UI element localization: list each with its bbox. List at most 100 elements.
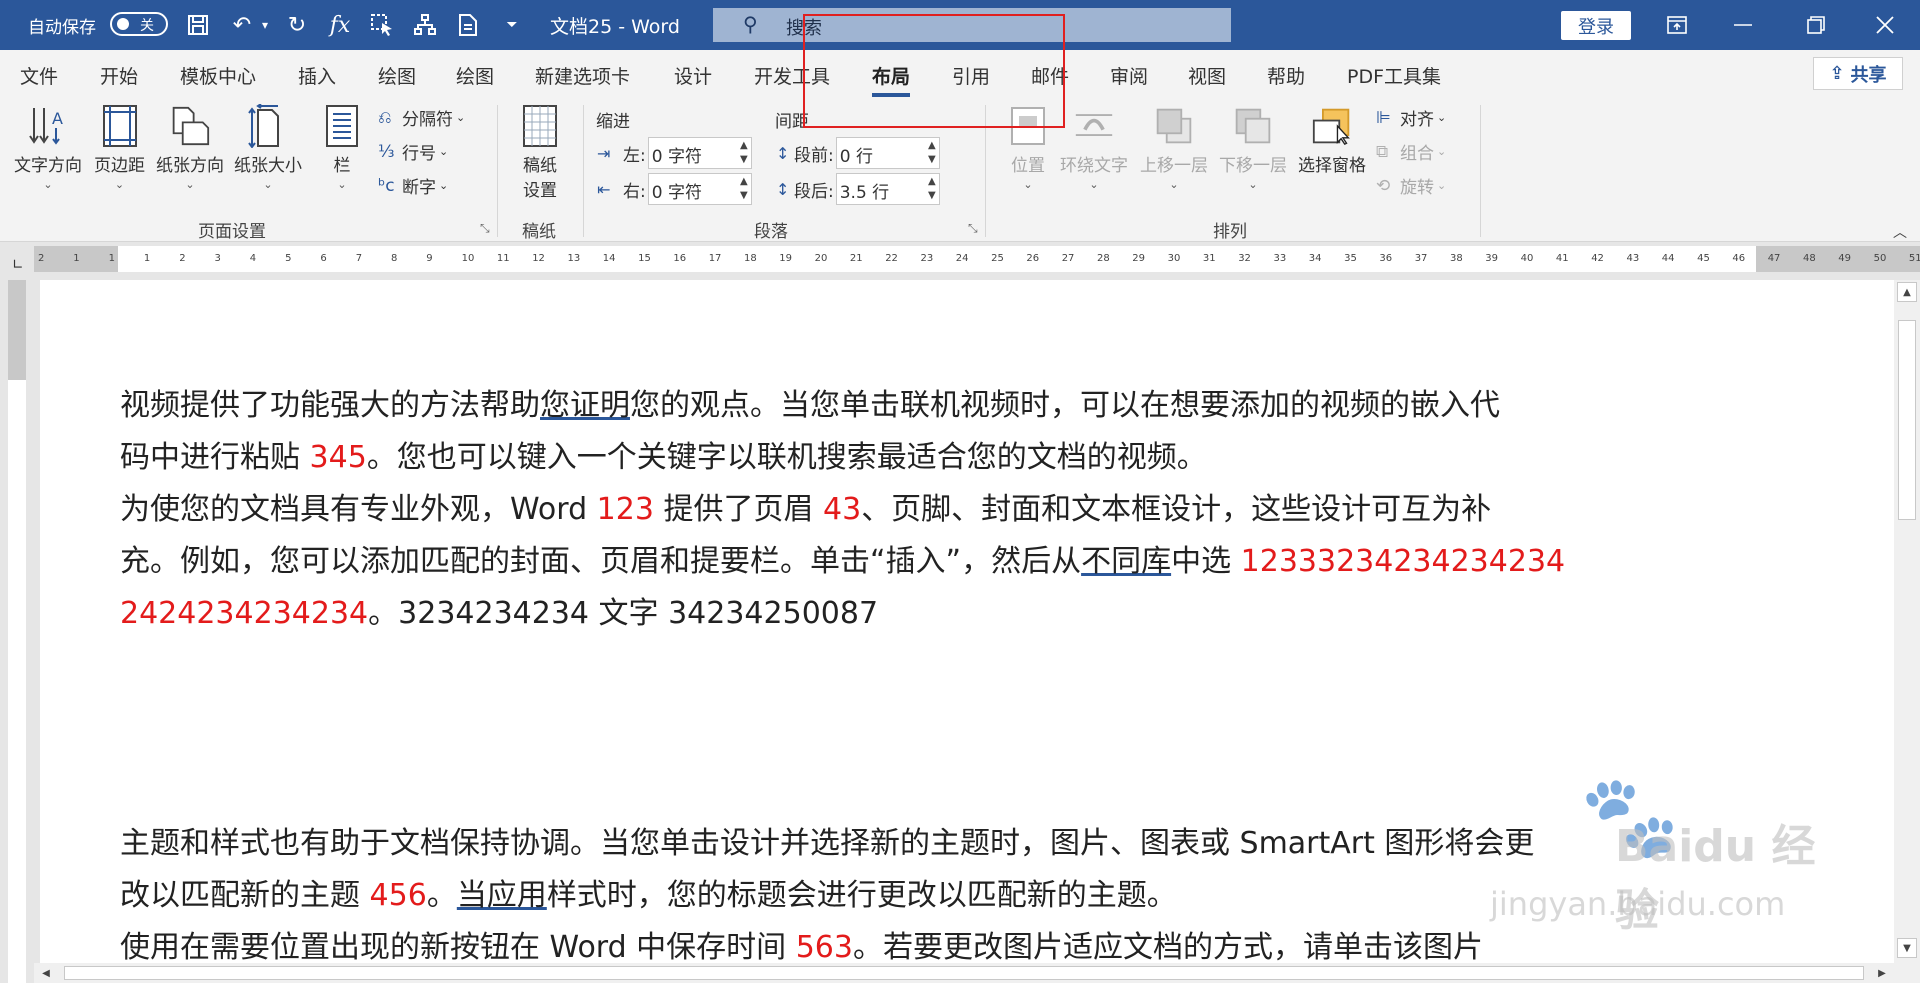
indent-right-field[interactable]: ⇤ 右: 0 字符 ▲ ▼ (597, 173, 752, 205)
document-page[interactable]: 视频提供了功能强大的方法帮助您证明您的观点。当您单击联机视频时，可以在想要添加的… (40, 280, 1895, 983)
horizontal-scrollbar[interactable]: ◀ ▶ (34, 963, 1894, 983)
breaks-button[interactable]: ⎌ 分隔符 ⌄ (378, 105, 465, 131)
align-icon: ⊫ (1376, 107, 1391, 128)
ruler-number: 22 (885, 253, 898, 264)
ruler-number: 34 (1308, 253, 1322, 264)
tab-draw[interactable]: 绘图 (378, 62, 416, 89)
tab-design[interactable]: 设计 (674, 62, 712, 89)
horizontal-scroll-thumb[interactable] (64, 966, 1864, 980)
document-icon[interactable] (448, 0, 488, 50)
ruler-number: 13 (567, 253, 581, 264)
chevron-down-icon: ⌄ (114, 178, 125, 191)
ruler-number: 50 (1873, 253, 1887, 264)
text-direction-icon: A (28, 103, 68, 149)
orientation-button[interactable]: 纸张方向 ⌄ (156, 103, 224, 191)
scroll-up-icon[interactable]: ▲ (1897, 282, 1917, 302)
align-button[interactable]: ⊫ 对齐 ⌄ (1376, 105, 1446, 131)
selection-pane-button[interactable]: 选择窗格 (1298, 103, 1366, 176)
chevron-down-icon: ⌄ (1437, 145, 1447, 158)
scroll-left-icon[interactable]: ◀ (36, 963, 56, 983)
rotate-button[interactable]: ⟲ 旋转 ⌄ (1376, 173, 1446, 199)
login-button[interactable]: 登录 (1561, 11, 1631, 40)
ruler-number: 23 (920, 253, 934, 264)
bring-forward-button[interactable]: 上移一层 ⌄ (1140, 103, 1208, 191)
tab-review[interactable]: 审阅 (1110, 62, 1148, 89)
document-title: 文档25 - Word (550, 15, 680, 38)
breaks-label: 分隔符 (402, 110, 453, 130)
ruler-number: 44 (1661, 253, 1675, 264)
tab-insert[interactable]: 插入 (298, 62, 336, 89)
scroll-thumb[interactable] (1898, 320, 1916, 520)
vertical-ruler[interactable] (0, 280, 34, 983)
tab-draw-2[interactable]: 绘图 (456, 62, 494, 89)
spacing-after-value: 3.5 行 (839, 183, 890, 203)
customize-icon[interactable]: ⏷ (492, 0, 532, 50)
spacing-before-input[interactable]: 0 行 ▲ ▼ (835, 137, 940, 169)
text-direction-button[interactable]: A 文字方向 ⌄ (14, 103, 82, 191)
group-button[interactable]: ⧉ 组合 ⌄ (1376, 139, 1447, 165)
arrange-group-label: 排列 (1213, 222, 1247, 242)
size-label: 纸张大小 (234, 156, 302, 176)
tab-help[interactable]: 帮助 (1267, 62, 1305, 89)
tab-home[interactable]: 开始 (100, 62, 138, 89)
ribbon-display-icon[interactable] (1647, 0, 1707, 50)
indent-right-label: 右: (623, 181, 646, 202)
line-numbers-button[interactable]: ⅓ 行号 ⌄ (378, 139, 448, 165)
autosave-toggle[interactable]: 关 (110, 12, 168, 36)
spacing-after-input[interactable]: 3.5 行 ▲ ▼ (835, 173, 940, 205)
function-icon[interactable]: fx (320, 0, 360, 50)
indent-left-icon: ⇥ (597, 143, 611, 163)
redo-icon[interactable]: ↻ (277, 0, 317, 50)
spinner-arrows-icon[interactable]: ▲ ▼ (740, 139, 748, 167)
size-button[interactable]: 纸张大小 ⌄ (234, 103, 302, 191)
ruler-number: 29 (1132, 253, 1146, 264)
bring-forward-label: 上移一层 (1140, 156, 1208, 176)
spinner-arrows-icon[interactable]: ▲ ▼ (928, 139, 936, 167)
spacing-before-field[interactable]: ↕ 段前: 0 行 ▲ ▼ (776, 137, 940, 169)
spinner-arrows-icon[interactable]: ▲ ▼ (928, 175, 936, 203)
restore-icon[interactable] (1786, 0, 1846, 50)
indent-left-input[interactable]: 0 字符 ▲ ▼ (647, 137, 752, 169)
text-run: 您证明 (540, 388, 630, 423)
columns-button[interactable]: 栏 ⌄ (322, 103, 362, 191)
horizontal-ruler[interactable]: 2 1 1 1 2 3 4 5 6 7 8 9 10 11 12 13 14 15 16 17 18 19 20 21 22 23… (34, 246, 1920, 272)
vertical-scrollbar[interactable]: ▲ ▼ (1894, 280, 1920, 983)
chevron-down-icon: ⌄ (1169, 178, 1179, 191)
hyphenation-button[interactable]: ᵇc 断字 ⌄ (378, 173, 448, 199)
ruler-number: 31 (1202, 253, 1216, 264)
paragraph-launcher-icon[interactable]: ⤡ (968, 221, 978, 236)
page-setup-launcher-icon[interactable]: ⤡ (480, 221, 490, 236)
ruler-number: 40 (1520, 253, 1534, 264)
tab-view[interactable]: 视图 (1188, 62, 1226, 89)
ruler-number: 7 (355, 253, 363, 264)
tab-new-tab[interactable]: 新建选项卡 (535, 62, 630, 89)
red-number: 456 (369, 878, 427, 913)
select-icon[interactable] (362, 0, 402, 50)
structure-icon[interactable] (405, 0, 445, 50)
ruler-number: 10 (461, 253, 475, 264)
undo-dropdown-icon[interactable]: ▾ (255, 0, 275, 50)
spinner-arrows-icon[interactable]: ▲ ▼ (740, 175, 748, 203)
collapse-ribbon-icon[interactable]: ︿ (1893, 222, 1907, 242)
save-icon[interactable] (178, 0, 218, 50)
tab-template-center[interactable]: 模板中心 (180, 62, 256, 89)
scroll-down-icon[interactable]: ▼ (1897, 938, 1917, 958)
send-backward-button[interactable]: 下移一层 ⌄ (1219, 103, 1287, 191)
share-button[interactable]: ⇪ 共享 (1813, 57, 1903, 90)
manuscript-settings-button[interactable]: 稿纸 设置 (520, 103, 560, 201)
minimize-icon[interactable] (1713, 0, 1773, 50)
margins-button[interactable]: 页边距 ⌄ (94, 103, 145, 191)
indent-right-input[interactable]: 0 字符 ▲ ▼ (647, 173, 752, 205)
paragraph-group-label: 段落 (754, 222, 788, 242)
close-icon[interactable] (1855, 0, 1915, 50)
scroll-right-icon[interactable]: ▶ (1872, 963, 1892, 983)
tab-selector[interactable]: ∟ (0, 242, 34, 276)
selection-pane-icon (1312, 103, 1352, 149)
tab-pdf-tools[interactable]: PDF工具集 (1347, 62, 1441, 89)
indent-left-field[interactable]: ⇥ 左: 0 字符 ▲ ▼ (597, 137, 752, 169)
wrap-text-button[interactable]: 环绕文字 ⌄ (1060, 103, 1128, 191)
spacing-after-field[interactable]: ↕ 段后: 3.5 行 ▲ ▼ (776, 173, 940, 205)
send-backward-label: 下移一层 (1219, 156, 1287, 176)
ruler-number: 32 (1238, 253, 1251, 264)
tab-file[interactable]: 文件 (20, 62, 58, 89)
